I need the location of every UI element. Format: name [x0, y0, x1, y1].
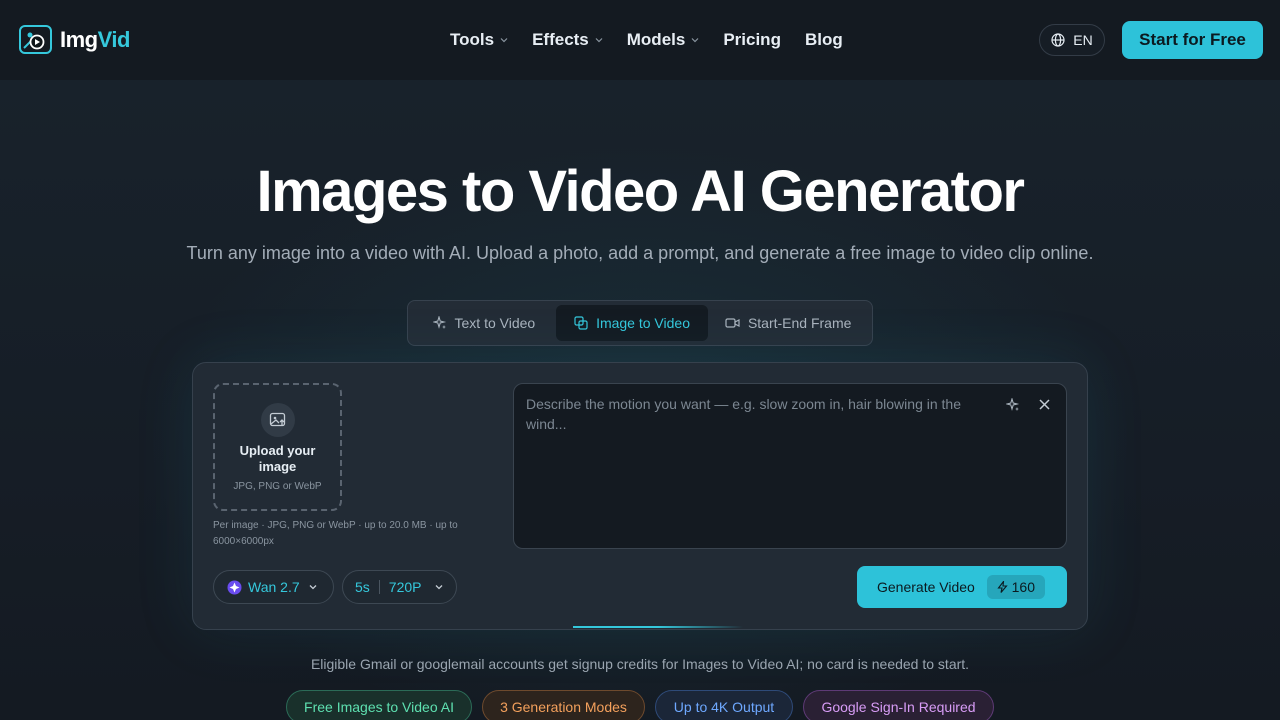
globe-icon	[1051, 33, 1065, 47]
nav-effects[interactable]: Effects	[532, 30, 603, 50]
chevron-down-icon	[500, 38, 508, 43]
credit-cost-badge: 160	[986, 575, 1045, 599]
prompt-input[interactable]	[526, 394, 996, 534]
badge-4k-output: Up to 4K Output	[655, 690, 793, 720]
prompt-box	[513, 383, 1067, 549]
signup-credits-note: Eligible Gmail or googlemail accounts ge…	[310, 656, 970, 672]
model-label: Wan 2.7	[248, 579, 300, 595]
chevron-down-icon	[595, 38, 603, 43]
logo-icon	[19, 25, 52, 54]
tab-image-to-video[interactable]: Image to Video	[555, 305, 709, 341]
generator-card: Upload your image JPG, PNG or WebP Per i…	[192, 362, 1088, 630]
logo[interactable]: ImgVid	[19, 25, 130, 54]
page-title: Images to Video AI Generator	[256, 159, 1026, 224]
tab-start-end-frame[interactable]: Start-End Frame	[708, 305, 868, 341]
image-copy-icon	[574, 316, 588, 330]
upload-formats-hint: JPG, PNG or WebP	[233, 481, 322, 492]
duration-value: 5s	[355, 579, 370, 595]
logo-text: ImgVid	[60, 26, 130, 52]
divider	[378, 580, 380, 594]
image-upload-icon	[260, 403, 295, 437]
generate-video-button[interactable]: Generate Video 160	[857, 566, 1067, 608]
nav-pricing[interactable]: Pricing	[723, 30, 781, 50]
video-camera-icon	[725, 318, 740, 328]
mode-tabs: Text to Video Image to Video Start-End F…	[407, 300, 873, 346]
badge-generation-modes: 3 Generation Modes	[482, 690, 645, 720]
main-nav: Tools Effects Models Pricing Blog	[450, 30, 867, 50]
badge-free: Free Images to Video AI	[286, 690, 472, 720]
upload-title: Upload your image	[239, 443, 316, 474]
language-label: EN	[1073, 32, 1093, 48]
resolution-value: 720P	[388, 579, 422, 595]
upload-limits: Per image · JPG, PNG or WebP · up to 20.…	[213, 520, 458, 547]
chevron-down-icon	[435, 585, 442, 590]
model-logo-icon	[227, 580, 242, 594]
model-selector[interactable]: Wan 2.7	[213, 570, 334, 604]
duration-resolution-selector[interactable]: 5s 720P	[342, 570, 457, 604]
tab-text-to-video[interactable]: Text to Video	[412, 305, 556, 341]
clear-prompt-icon[interactable]	[1038, 398, 1051, 411]
image-upload-dropzone[interactable]: Upload your image JPG, PNG or WebP	[213, 383, 342, 511]
generate-label: Generate Video	[877, 579, 975, 595]
sparkle-icon	[432, 316, 446, 329]
chevron-down-icon	[691, 38, 699, 43]
badge-google-signin: Google Sign-In Required	[803, 690, 994, 720]
start-for-free-button[interactable]: Start for Free	[1122, 21, 1263, 59]
language-selector[interactable]: EN	[1039, 24, 1105, 56]
enhance-prompt-icon[interactable]	[1006, 398, 1020, 412]
nav-models[interactable]: Models	[627, 30, 700, 50]
lightning-icon	[997, 581, 1008, 593]
feature-badges: Free Images to Video AI 3 Generation Mod…	[286, 690, 1004, 720]
progress-indicator	[573, 626, 743, 628]
nav-tools[interactable]: Tools	[450, 30, 508, 50]
nav-blog[interactable]: Blog	[805, 30, 843, 50]
page-subtitle: Turn any image into a video with AI. Upl…	[186, 243, 1094, 263]
chevron-down-icon	[309, 585, 317, 590]
top-navbar: ImgVid Tools Effects Models Pricing Blog…	[0, 0, 1280, 80]
